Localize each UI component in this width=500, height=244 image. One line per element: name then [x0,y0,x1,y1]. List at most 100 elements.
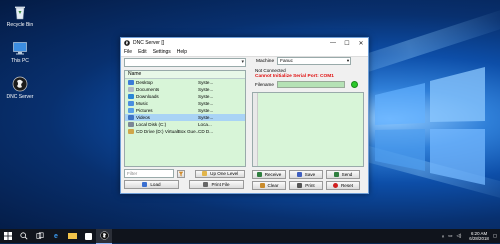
file-rows: Desktop Syste... Documents Syste... Download… [125,79,245,135]
recycle-bin-icon [15,6,25,20]
clear-label: Clear [267,183,279,188]
menu-help[interactable]: Help [174,49,190,55]
file-row[interactable]: Music Syste... [125,100,245,107]
dnc-server-icon [12,76,28,92]
filename-field[interactable] [276,81,345,88]
file-row[interactable]: Desktop Syste... [125,79,245,86]
file-type: Syste... [198,115,214,120]
receive-button[interactable]: Receive [252,170,286,179]
machine-label: Machine [256,58,275,64]
path-combobox[interactable]: ▾ [124,58,246,67]
dnc-server-window: DNC Server [] — ☐ ✕ File Edit Settings H… [120,37,369,194]
chevron-down-icon[interactable]: ▾ [347,58,349,64]
up-one-level-button[interactable]: Up One Level [195,169,246,178]
send-button[interactable]: Send [326,170,360,179]
start-button[interactable] [0,229,16,243]
folder-icon [128,108,134,113]
file-row[interactable]: Downloads Syste... [125,93,245,100]
funnel-icon [178,171,184,176]
reset-button[interactable]: Reset [326,181,360,190]
folder-icon [128,115,134,120]
clear-button[interactable]: Clear [252,181,286,190]
save-label: Save [304,172,316,177]
store-icon [84,232,92,240]
file-type: CD D... [198,129,214,134]
receive-icon [256,172,262,177]
file-name: CD Drive (D:) VirtualBox Gue... [136,129,198,134]
desktop-icon-label: Recycle Bin [6,22,34,28]
desktop-icon-dnc-server[interactable]: DNC Server [2,76,38,100]
menu-settings[interactable]: Settings [150,49,174,55]
save-button[interactable]: Save [289,170,323,179]
edge-icon: e [54,232,58,240]
chevron-down-icon[interactable]: ▾ [241,59,244,65]
file-name: Pictures [136,108,153,113]
windows-logo-backdrop [375,67,485,185]
volume-icon[interactable]: ◁) [456,233,461,239]
taskbar-store[interactable] [80,229,96,243]
file-list[interactable]: Name Desktop Syste... Documents Syste... Dow… [124,70,246,167]
title-bar[interactable]: DNC Server [] — ☐ ✕ [121,38,368,48]
file-row[interactable]: CD Drive (D:) VirtualBox Gue... CD D... [125,128,245,135]
print-button[interactable]: Print [289,181,323,190]
desktop-icon-this-pc[interactable]: This PC [2,40,38,64]
minimize-button[interactable]: — [326,38,340,48]
error-status: Cannot Initialize Serial Port: COM1 [255,74,334,79]
file-name: Desktop [136,80,153,85]
load-button[interactable]: Load [124,180,179,189]
taskbar-edge[interactable]: e [48,229,64,243]
column-header-name[interactable]: Name [125,71,245,79]
clear-icon [259,183,265,188]
file-type: Syste... [198,87,214,92]
machine-select[interactable]: Fanuc ▾ [277,57,352,65]
folder-icon [128,87,134,92]
dnc-server-icon [124,40,130,46]
task-view-button[interactable] [32,229,48,243]
clock-date: 6/28/2018 [469,236,489,241]
reset-icon [332,183,338,188]
receive-label: Receive [264,172,282,177]
clock[interactable]: 6:20 AM 6/28/2018 [469,231,489,241]
file-browser-pane: ▾ Name Desktop Syste... Documents Syste... D… [124,58,246,191]
task-view-icon [36,232,44,239]
send-icon [333,172,339,177]
save-icon [296,172,302,177]
network-icon[interactable]: ▭ [448,233,452,239]
taskbar-file-explorer[interactable] [64,229,80,243]
file-row[interactable]: Pictures Syste... [125,107,245,114]
chevron-up-icon[interactable]: ˄ [442,234,445,239]
vertical-scrollbar[interactable] [253,93,258,166]
folder-icon [67,233,77,239]
action-buttons: Receive Save Send Clear Print Reset [252,170,362,190]
filename-row: Filename [252,81,364,88]
print-file-button[interactable]: Print File [189,180,244,189]
menu-file[interactable]: File [121,49,135,55]
dnc-server-icon [99,231,109,240]
load-icon [142,182,148,187]
program-text-area[interactable] [252,92,364,167]
file-type: Syste... [198,80,214,85]
filter-row: Filter Up One Level [124,169,246,178]
file-name: Downloads [136,94,159,99]
file-type: Loca... [198,122,212,127]
print-label: Print [305,183,315,188]
close-button[interactable]: ✕ [354,38,368,48]
taskbar-dnc-server[interactable] [96,228,112,244]
file-row[interactable]: Local Disk (C:) Loca... [125,121,245,128]
monitor-icon [13,42,27,55]
file-row[interactable]: Videos Syste... [125,114,245,121]
filter-input[interactable]: Filter [124,169,174,178]
notifications-icon[interactable]: ▢ [493,233,497,239]
print-icon [203,182,209,187]
folder-icon [128,94,134,99]
file-row[interactable]: Documents Syste... [125,86,245,93]
search-button[interactable] [16,229,32,243]
maximize-button[interactable]: ☐ [340,38,354,48]
menu-edit[interactable]: Edit [135,49,150,55]
desktop-icon-recycle-bin[interactable]: Recycle Bin [2,4,38,28]
folder-icon [128,122,134,127]
status-led-icon [350,81,358,88]
filter-button[interactable] [176,169,186,178]
load-label: Load [150,182,161,187]
desktop-icon-label: DNC Server [6,94,34,100]
